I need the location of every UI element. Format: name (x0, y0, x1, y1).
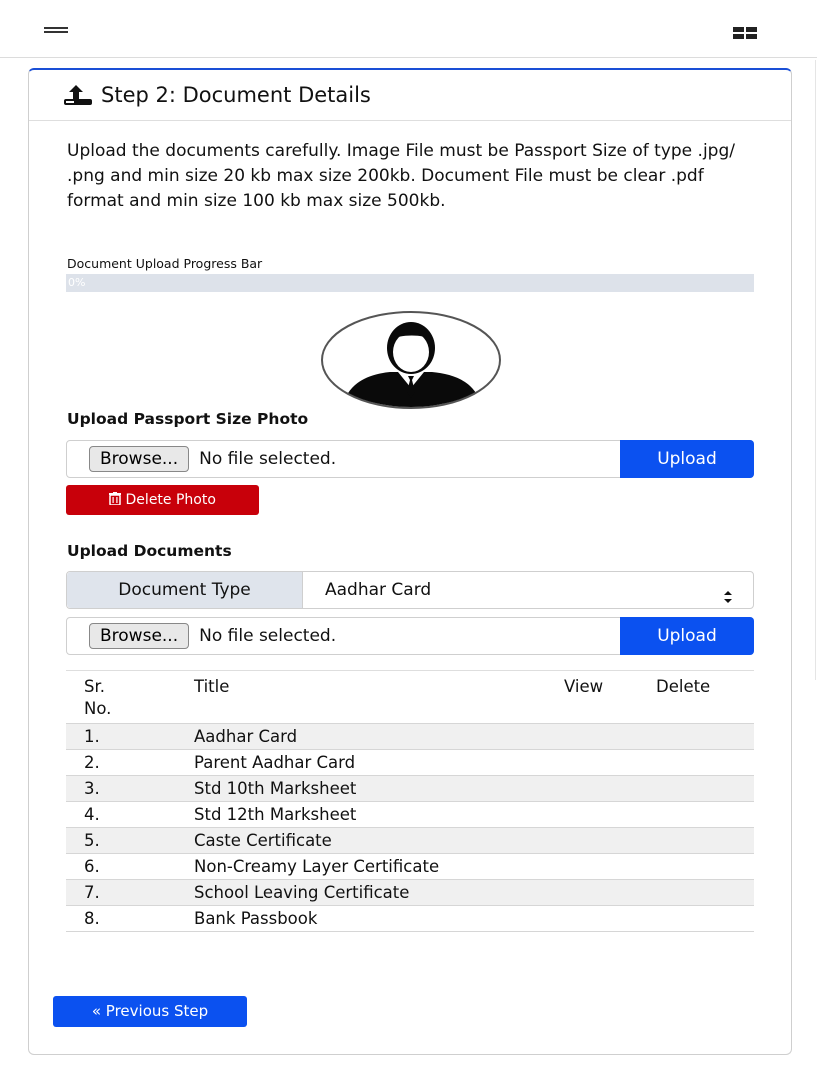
row-title: Std 10th Marksheet (194, 779, 357, 798)
row-title: Std 12th Marksheet (194, 805, 357, 824)
progress-label: Document Upload Progress Bar (67, 256, 263, 271)
delete-photo-label: Delete Photo (125, 492, 216, 508)
delete-photo-button[interactable]: Delete Photo (66, 485, 259, 515)
row-sr: 1. (84, 727, 100, 746)
row-title: School Leaving Certificate (194, 883, 410, 902)
row-view (564, 724, 656, 750)
table-row: 4. Std 12th Marksheet (66, 801, 754, 828)
row-title: Bank Passbook (194, 909, 318, 928)
photo-browse-button[interactable]: Browse... (89, 446, 190, 472)
row-title: Parent Aadhar Card (194, 753, 356, 772)
top-navbar (0, 0, 817, 58)
upload-progress-bar: 0% (66, 274, 754, 292)
row-delete (656, 854, 754, 880)
photo-file-input[interactable]: Browse... No file selected. Upload (66, 440, 754, 478)
row-view (564, 776, 656, 802)
table-row: 3. Std 10th Marksheet (66, 775, 754, 802)
row-sr: 6. (84, 857, 100, 876)
row-title: Aadhar Card (194, 727, 298, 746)
row-sr: 5. (84, 831, 100, 850)
table-row: 7. School Leaving Certificate (66, 879, 754, 906)
upload-icon (63, 84, 93, 106)
scrollbar-track[interactable] (815, 60, 816, 680)
document-browse-button[interactable]: Browse... (89, 623, 190, 649)
row-sr: 7. (84, 883, 100, 902)
table-row: 6. Non-Creamy Layer Certificate (66, 853, 754, 880)
photo-section-label: Upload Passport Size Photo (67, 410, 309, 428)
document-type-dropdown[interactable]: Aadhar Card (303, 572, 753, 608)
document-details-card: Step 2: Document Details Upload the docu… (28, 68, 792, 1055)
row-view (564, 802, 656, 828)
table-header-row: Sr. No. Title View Delete (66, 670, 754, 724)
grid-icon[interactable] (733, 27, 757, 40)
user-avatar-icon (320, 310, 502, 410)
header-sr-no: Sr. No. (84, 677, 112, 718)
table-row: 5. Caste Certificate (66, 827, 754, 854)
photo-file-status: No file selected. (199, 449, 337, 469)
documents-section-label: Upload Documents (67, 542, 232, 560)
table-row: 8. Bank Passbook (66, 905, 754, 932)
trash-icon (109, 492, 125, 508)
table-row: 1. Aadhar Card (66, 723, 754, 750)
previous-step-button[interactable]: « Previous Step (53, 996, 247, 1027)
documents-table: Sr. No. Title View Delete 1. Aadhar Card … (66, 670, 754, 932)
header-delete: Delete (656, 677, 711, 696)
upload-instructions: Upload the documents carefully. Image Fi… (67, 141, 735, 211)
document-upload-button[interactable]: Upload (620, 617, 754, 655)
row-delete (656, 724, 754, 750)
header-view: View (564, 677, 604, 696)
hamburger-icon[interactable] (44, 27, 68, 37)
card-header: Step 2: Document Details (29, 70, 791, 121)
row-delete (656, 750, 754, 776)
document-type-label: Document Type (67, 572, 303, 608)
row-delete (656, 828, 754, 854)
row-title: Caste Certificate (194, 831, 332, 850)
document-file-input[interactable]: Browse... No file selected. Upload (66, 617, 754, 655)
row-sr: 8. (84, 909, 100, 928)
row-delete (656, 776, 754, 802)
document-type-value: Aadhar Card (325, 580, 432, 600)
document-file-status: No file selected. (199, 626, 337, 646)
row-view (564, 880, 656, 906)
row-sr: 2. (84, 753, 100, 772)
row-sr: 4. (84, 805, 100, 824)
photo-upload-button[interactable]: Upload (620, 440, 754, 478)
row-sr: 3. (84, 779, 100, 798)
select-caret-icon (723, 582, 733, 603)
row-delete (656, 880, 754, 906)
row-view (564, 828, 656, 854)
page-title: Step 2: Document Details (101, 83, 371, 107)
progress-text: 0% (68, 276, 86, 289)
row-view (564, 906, 656, 932)
row-delete (656, 802, 754, 828)
row-title: Non-Creamy Layer Certificate (194, 857, 440, 876)
document-type-select[interactable]: Document Type Aadhar Card (66, 571, 754, 609)
row-delete (656, 906, 754, 932)
row-view (564, 854, 656, 880)
row-view (564, 750, 656, 776)
header-title: Title (194, 677, 230, 696)
table-row: 2. Parent Aadhar Card (66, 749, 754, 776)
